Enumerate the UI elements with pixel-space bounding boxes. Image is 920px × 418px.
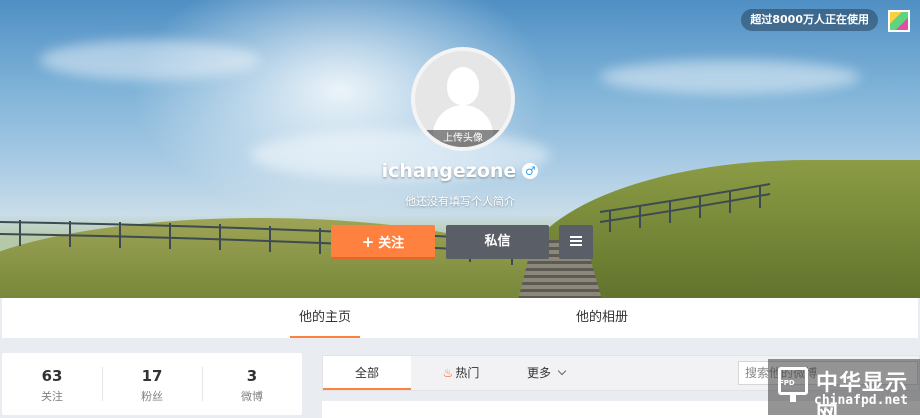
stats-card: 63 关注 17 粉丝 3 微博	[2, 353, 302, 415]
site-watermark: FPD 中华显示网 chinafpd.net	[768, 359, 920, 418]
stat-posts-label: 微博	[241, 390, 263, 403]
avatar-upload-label[interactable]: 上传头像	[415, 130, 511, 147]
male-gender-icon: ♂	[522, 163, 539, 179]
follow-button[interactable]: + 关注	[331, 225, 435, 259]
profile-bio: 他还没有填写个人简介	[405, 195, 515, 208]
fire-icon: ♨	[442, 366, 454, 380]
avatar-placeholder-head	[447, 67, 479, 105]
tab-album[interactable]: 他的相册	[562, 298, 642, 338]
plus-icon: +	[361, 233, 375, 251]
user-count-badge: 超过8000万人正在使用	[741, 9, 878, 31]
stat-posts[interactable]: 3 微博	[202, 353, 302, 415]
message-button[interactable]: 私信	[446, 225, 549, 259]
username-row: ichangezone ♂	[0, 160, 920, 182]
username: ichangezone	[381, 160, 517, 182]
chevron-down-icon	[557, 366, 567, 376]
skin-palette-icon[interactable]	[888, 10, 910, 32]
profile-cover: 超过8000万人正在使用 上传头像 ichangezone ♂ 他还没有填写个人简…	[0, 0, 920, 298]
follow-label: 关注	[378, 236, 405, 251]
feed-tab-all[interactable]: 全部	[323, 356, 411, 390]
menu-icon	[570, 236, 582, 246]
tab-home[interactable]: 他的主页	[290, 298, 360, 338]
watermark-logo-text: FPD	[779, 379, 795, 387]
stat-followers[interactable]: 17 粉丝	[102, 353, 202, 415]
more-menu-button[interactable]	[559, 225, 593, 259]
stat-following-label: 关注	[41, 390, 63, 403]
feed-tab-hot-label: 热门	[455, 366, 480, 380]
stat-following-count: 63	[41, 367, 63, 385]
feed-tab-more[interactable]: 更多	[518, 356, 574, 390]
stat-followers-label: 粉丝	[141, 390, 163, 403]
avatar[interactable]: 上传头像	[411, 47, 515, 151]
profile-tab-bar: 他的主页 他的相册	[2, 298, 918, 338]
stat-posts-count: 3	[246, 367, 258, 385]
feed-tab-hot[interactable]: ♨ 热门	[431, 356, 491, 390]
feed-tab-more-label: 更多	[526, 366, 551, 380]
watermark-url: chinafpd.net	[814, 393, 908, 408]
stat-following[interactable]: 63 关注	[2, 353, 102, 415]
stat-followers-count: 17	[141, 367, 163, 385]
watermark-title: 中华显示网	[816, 371, 909, 418]
